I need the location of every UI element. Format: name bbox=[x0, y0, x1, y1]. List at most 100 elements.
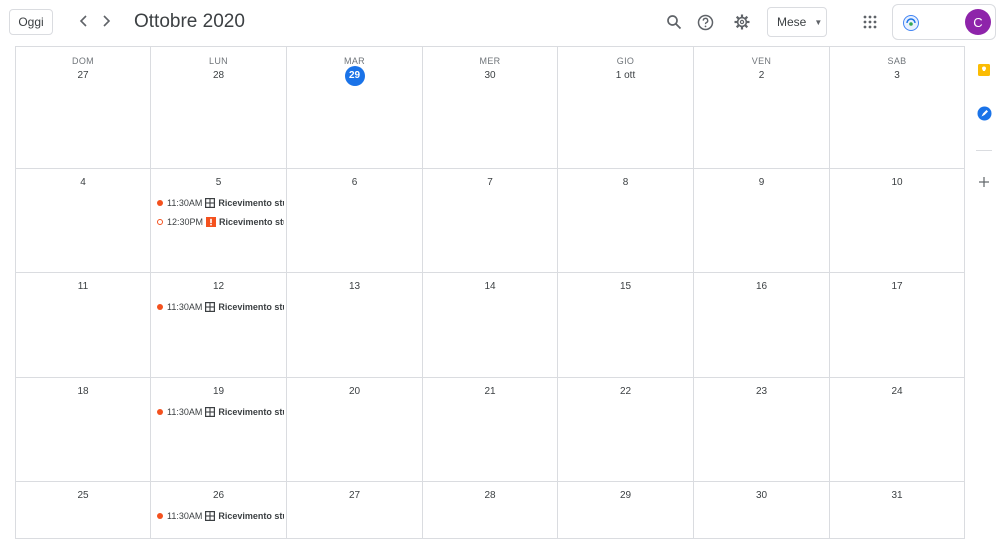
day-cell[interactable]: GIO 1 ott bbox=[558, 47, 694, 169]
date-number: 30 bbox=[755, 490, 768, 501]
weekday-label: VEN bbox=[751, 56, 772, 66]
apps-button[interactable] bbox=[859, 11, 881, 33]
date-number: 10 bbox=[891, 177, 903, 188]
keep-icon bbox=[978, 64, 990, 76]
day-cell[interactable]: 25 bbox=[16, 482, 151, 539]
day-cell[interactable]: 6 bbox=[287, 169, 423, 273]
event-time: 11:30AM bbox=[167, 198, 203, 208]
help-icon bbox=[697, 14, 713, 30]
day-cell[interactable]: 8 bbox=[558, 169, 694, 273]
date-number: 17 bbox=[891, 281, 903, 292]
date-number: 20 bbox=[348, 386, 361, 397]
day-cell[interactable]: SAB 3 bbox=[830, 47, 965, 169]
table-icon bbox=[205, 407, 216, 417]
day-cell[interactable]: 24 bbox=[830, 378, 965, 482]
tasks-button[interactable] bbox=[976, 105, 992, 121]
event-chip[interactable]: 11:30AM Ricevimento studenti bbox=[157, 300, 284, 314]
day-cell[interactable]: 5 11:30AM Ricevimento studenti 12:30PM Ricev… bbox=[151, 169, 287, 273]
weekday-label: DOM bbox=[72, 56, 94, 66]
day-cell[interactable]: 13 bbox=[287, 273, 423, 378]
date-number: 5 bbox=[215, 177, 222, 188]
account-avatar[interactable]: C bbox=[965, 9, 991, 35]
day-cell[interactable]: 29 bbox=[558, 482, 694, 539]
day-cell[interactable]: 30 bbox=[694, 482, 830, 539]
day-cell[interactable]: 27 bbox=[287, 482, 423, 539]
settings-icon bbox=[734, 14, 750, 30]
previous-month-button[interactable] bbox=[73, 10, 95, 32]
event-title: Ricevimento studenti bbox=[218, 198, 284, 208]
event-title: Ricevimento studenti bbox=[218, 511, 284, 521]
day-cell[interactable]: 10 bbox=[830, 169, 965, 273]
weekday-label: LUN bbox=[209, 56, 228, 66]
day-cell[interactable]: 23 bbox=[694, 378, 830, 482]
day-cell[interactable]: 12 11:30AM Ricevimento studenti bbox=[151, 273, 287, 378]
add-addon-button[interactable] bbox=[976, 174, 992, 190]
day-cell[interactable]: 28 bbox=[423, 482, 558, 539]
day-cell[interactable]: 31 bbox=[830, 482, 965, 539]
day-cell[interactable]: VEN 2 bbox=[694, 47, 830, 169]
day-cell[interactable]: 16 bbox=[694, 273, 830, 378]
date-number: 6 bbox=[351, 177, 358, 188]
day-cell[interactable]: 18 bbox=[16, 378, 151, 482]
top-bar: Oggi Ottobre 2020 Mese ▼ C bbox=[0, 0, 1000, 46]
add-icon bbox=[979, 177, 989, 187]
date-number: 28 bbox=[484, 490, 496, 501]
date-number: 24 bbox=[891, 386, 903, 397]
day-cell[interactable]: 4 bbox=[16, 169, 151, 273]
date-number: 9 bbox=[758, 177, 765, 188]
event-time: 11:30AM bbox=[167, 302, 203, 312]
day-cell[interactable]: 22 bbox=[558, 378, 694, 482]
day-cell[interactable]: MER 30 bbox=[423, 47, 558, 169]
date-number: 28 bbox=[212, 70, 225, 81]
settings-button[interactable] bbox=[731, 11, 753, 33]
date-number: 13 bbox=[348, 281, 361, 292]
date-number: 11 bbox=[77, 281, 89, 292]
search-button[interactable] bbox=[663, 11, 685, 33]
account-area[interactable]: C bbox=[892, 4, 996, 40]
date-number: 16 bbox=[755, 281, 768, 292]
day-cell[interactable]: 26 11:30AM Ricevimento studenti bbox=[151, 482, 287, 539]
date-number: 2 bbox=[758, 70, 765, 81]
day-cell[interactable]: 17 bbox=[830, 273, 965, 378]
event-title: Ricevimento studenti bbox=[218, 407, 284, 417]
day-cell[interactable]: 15 bbox=[558, 273, 694, 378]
event-chip[interactable]: 11:30AM Ricevimento studenti bbox=[157, 509, 284, 523]
date-number: 12 bbox=[212, 281, 225, 292]
chevron-right-icon bbox=[103, 15, 111, 27]
today-date-badge[interactable]: 29 bbox=[344, 66, 365, 86]
help-button[interactable] bbox=[694, 11, 716, 33]
tasks-icon bbox=[977, 106, 991, 120]
today-button[interactable]: Oggi bbox=[9, 9, 53, 35]
date-number: 15 bbox=[619, 281, 632, 292]
keep-button[interactable] bbox=[976, 62, 992, 78]
date-number: 22 bbox=[619, 386, 632, 397]
event-chip[interactable]: 12:30PM Ricevimento studenti bbox=[157, 215, 284, 229]
weekday-label: SAB bbox=[887, 56, 907, 66]
event-color-dot bbox=[157, 513, 163, 519]
day-cell[interactable]: DOM 27 bbox=[16, 47, 151, 169]
day-cell[interactable]: LUN 28 bbox=[151, 47, 287, 169]
day-cell[interactable]: 20 bbox=[287, 378, 423, 482]
date-number: 8 bbox=[622, 177, 629, 188]
date-number: 30 bbox=[484, 70, 496, 81]
event-chip[interactable]: 11:30AM Ricevimento studenti bbox=[157, 405, 284, 419]
date-number: 18 bbox=[77, 386, 89, 397]
day-cell[interactable]: 7 bbox=[423, 169, 558, 273]
event-title: Ricevimento studenti bbox=[218, 302, 284, 312]
today-date-number: 29 bbox=[287, 66, 422, 86]
month-grid: DOM 27 LUN 28 MAR 29 MER 30 GIO 1 ott VEN 2 SAB 3 4 5 11… bbox=[15, 46, 965, 539]
day-cell[interactable]: 11 bbox=[16, 273, 151, 378]
current-month-title: Ottobre 2020 bbox=[134, 11, 245, 32]
day-cell[interactable]: 14 bbox=[423, 273, 558, 378]
day-cell[interactable]: 19 11:30AM Ricevimento studenti bbox=[151, 378, 287, 482]
event-time: 11:30AM bbox=[167, 407, 203, 417]
next-month-button[interactable] bbox=[95, 10, 117, 32]
day-cell[interactable]: MAR 29 bbox=[287, 47, 423, 169]
view-selector[interactable]: Mese ▼ bbox=[767, 7, 827, 37]
date-number: 21 bbox=[484, 386, 496, 397]
event-time: 11:30AM bbox=[167, 511, 203, 521]
day-cell[interactable]: 21 bbox=[423, 378, 558, 482]
event-chip[interactable]: 11:30AM Ricevimento studenti bbox=[157, 196, 284, 210]
event-title: Ricevimento studenti bbox=[219, 217, 284, 227]
day-cell[interactable]: 9 bbox=[694, 169, 830, 273]
